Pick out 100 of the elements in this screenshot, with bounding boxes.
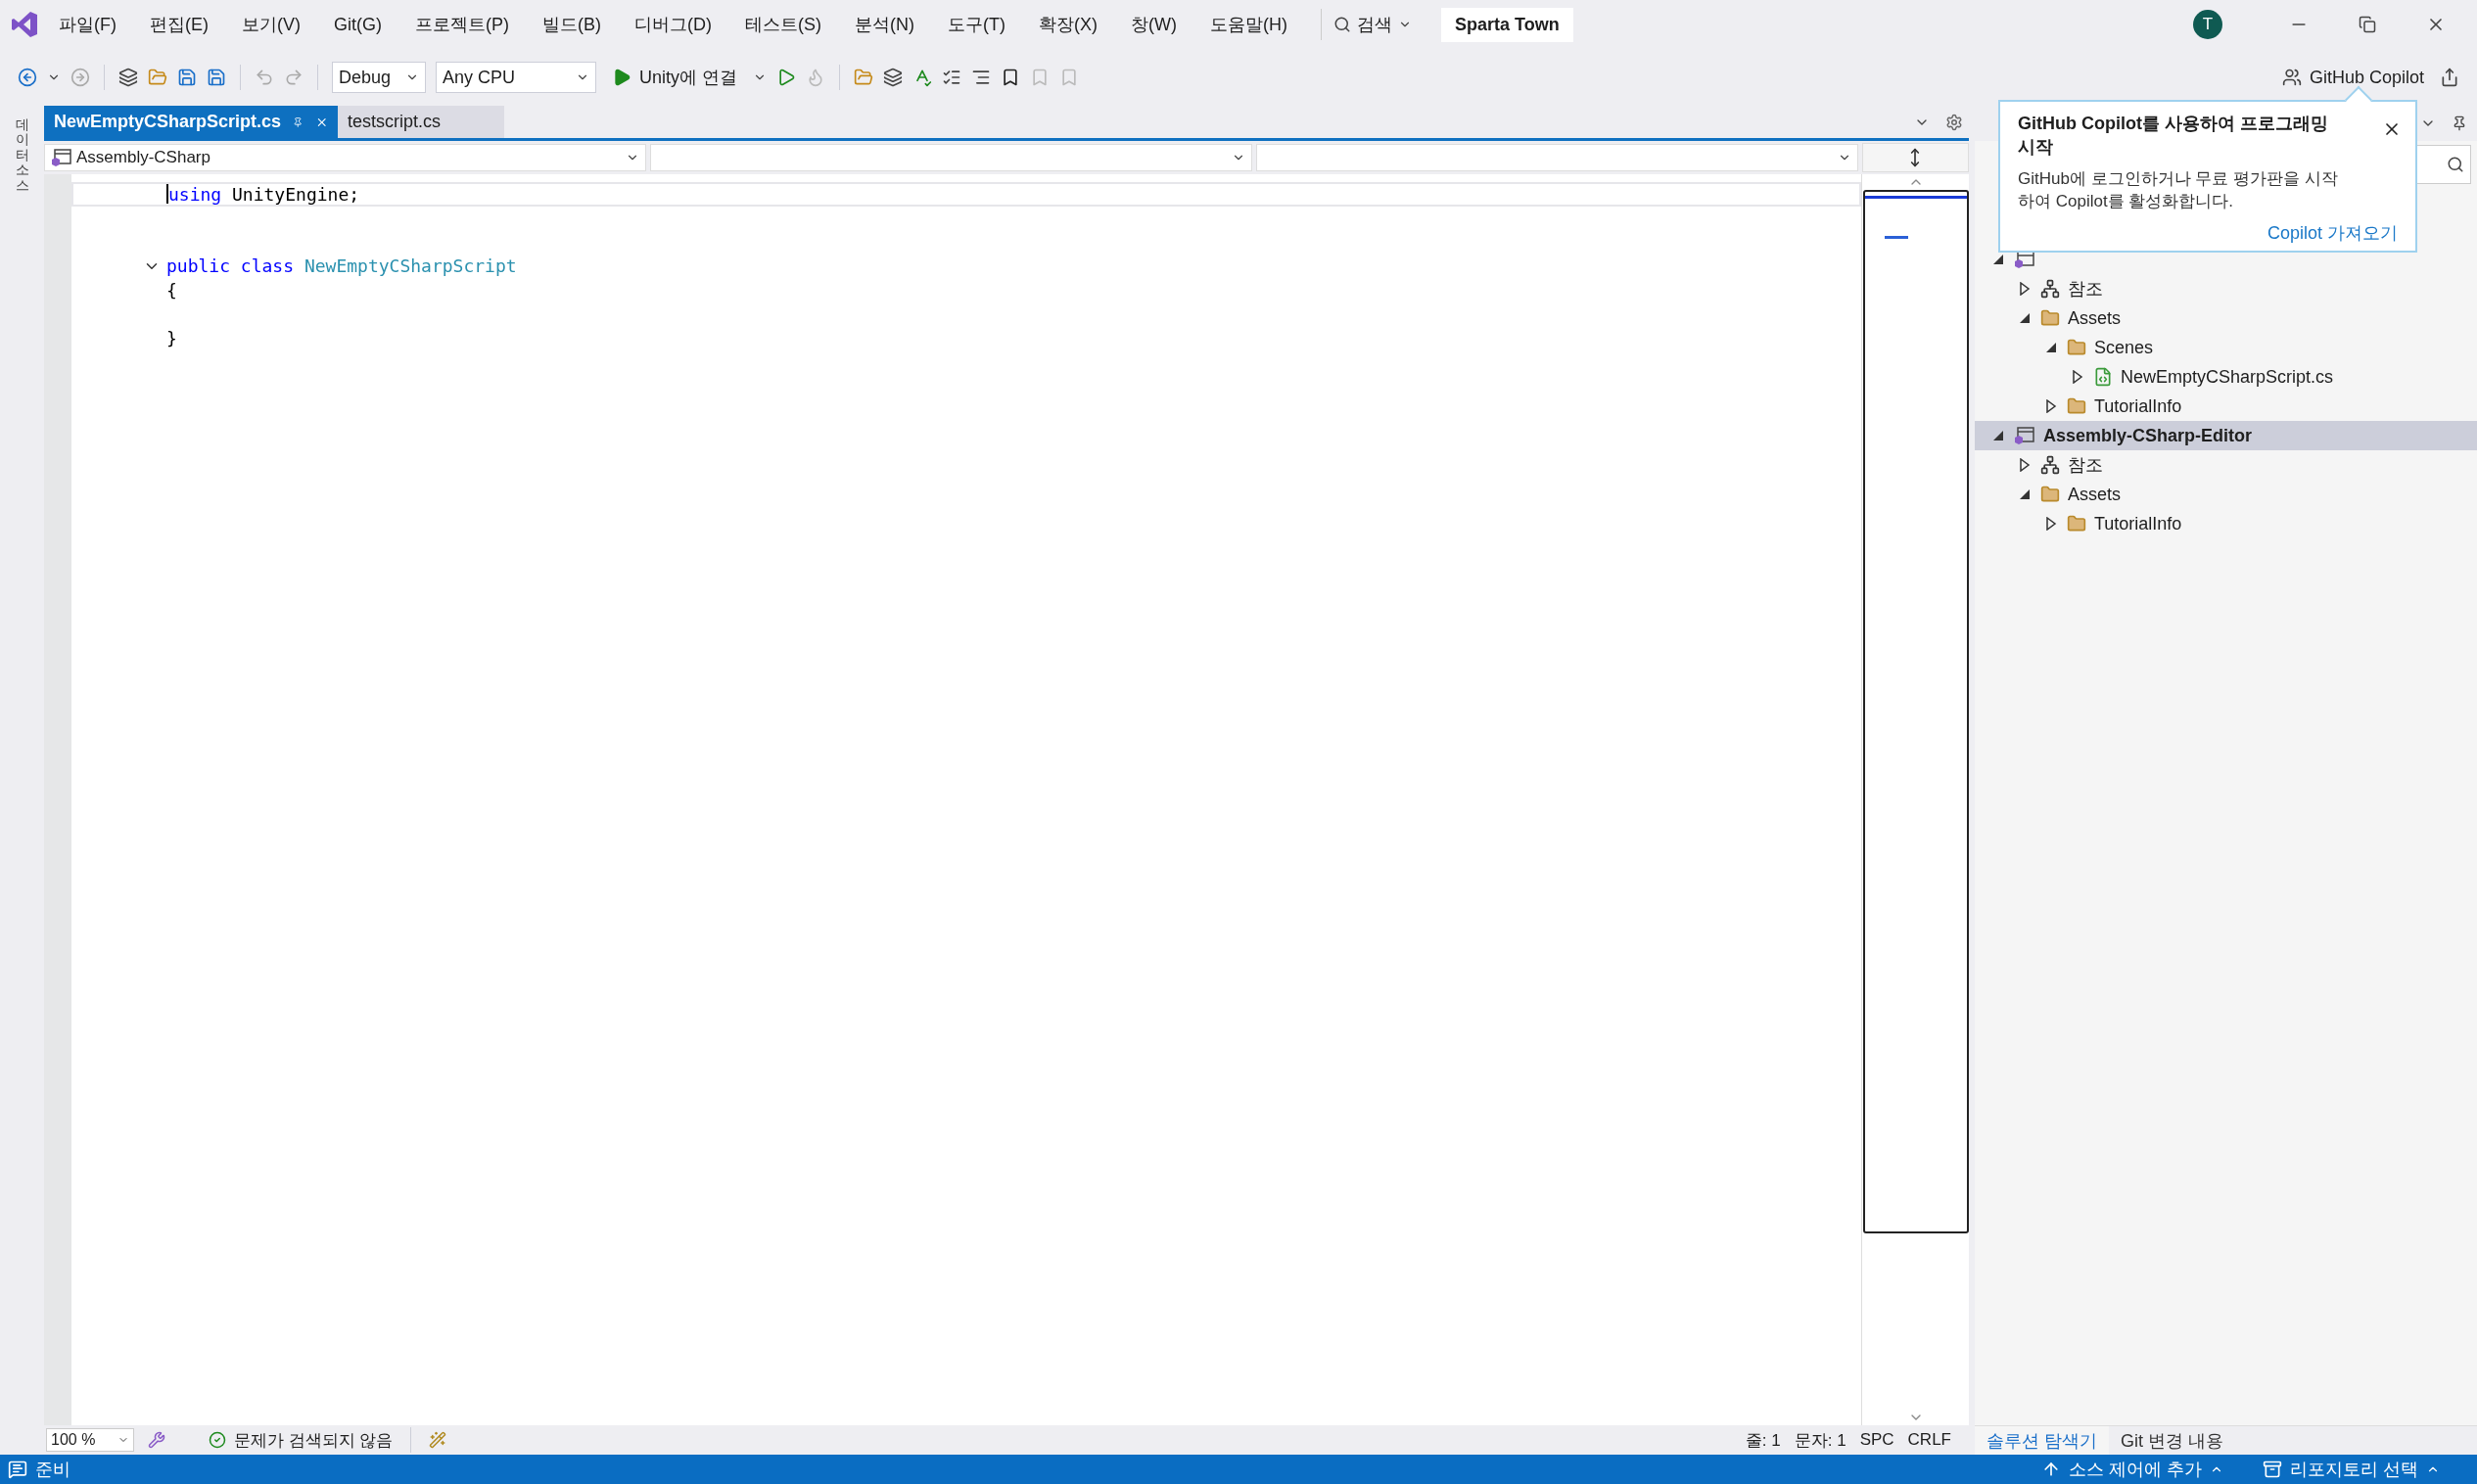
collapsed-arrow-icon[interactable]: [2019, 458, 2031, 472]
document-tab[interactable]: NewEmptyCSharpScript.cs: [44, 106, 338, 138]
cleanup-icon[interactable]: [429, 1431, 447, 1449]
data-sources-tab[interactable]: 데이터 소스: [15, 117, 29, 193]
tree-item-label: 참조: [2068, 454, 2103, 477]
platform-dropdown[interactable]: Any CPU: [436, 62, 596, 93]
copilot-icon: [2281, 68, 2302, 87]
folder-icon: [2040, 308, 2060, 328]
repository-button[interactable]: 리포지토리 선택: [2263, 1458, 2440, 1481]
user-avatar[interactable]: T: [2193, 10, 2222, 39]
tree-item[interactable]: NewEmptyCSharpScript.cs: [1975, 362, 2477, 392]
solution-name: Sparta Town: [1440, 7, 1573, 42]
collapsed-arrow-icon[interactable]: [2019, 282, 2031, 296]
tree-item[interactable]: Assets: [1975, 303, 2477, 333]
tree-item[interactable]: TutorialInfo: [1975, 509, 2477, 538]
tree-item-label: TutorialInfo: [2094, 395, 2182, 417]
check-icon: [209, 1431, 226, 1449]
panel-tab[interactable]: Git 변경 내용: [2109, 1426, 2236, 1455]
menu-item[interactable]: 빌드(B): [529, 7, 615, 42]
collapsed-arrow-icon[interactable]: [2072, 370, 2083, 384]
settings-icon[interactable]: [1945, 113, 1963, 131]
tree-item[interactable]: Scenes: [1975, 333, 2477, 362]
indent-icon[interactable]: [971, 68, 991, 87]
menu-item[interactable]: 확장(X): [1024, 7, 1111, 42]
project-icon: [51, 148, 72, 167]
expanded-arrow-icon[interactable]: [2019, 312, 2031, 324]
status-text: 준비: [8, 1458, 70, 1481]
run-button[interactable]: Unity에 연결: [606, 62, 743, 93]
tree-item[interactable]: 참조: [1975, 450, 2477, 480]
tree-item-label: Scenes: [2094, 337, 2154, 358]
code-line: {: [166, 279, 177, 301]
line-number[interactable]: 줄: 1: [1745, 1428, 1781, 1452]
menu-item[interactable]: 편집(E): [136, 7, 222, 42]
pin-icon[interactable]: [2452, 116, 2467, 131]
column-number[interactable]: 문자: 1: [1794, 1428, 1846, 1452]
start-without-debug-icon[interactable]: [776, 68, 796, 87]
text-cursor: [166, 184, 168, 205]
popup-text: GitHub에 로그인하거나 무료 평가판을 시작하여 Copilot를 활성화합니다.: [2018, 167, 2339, 213]
tree-item[interactable]: Assembly-CSharp-Editor: [1975, 421, 2477, 450]
folder-icon: [2067, 396, 2086, 416]
share-icon[interactable]: [2440, 68, 2459, 87]
tree-item-label: Assets: [2068, 307, 2122, 329]
project-dropdown[interactable]: Assembly-CSharp: [44, 144, 646, 171]
spacing-mode[interactable]: SPC: [1859, 1430, 1894, 1450]
code-line: using UnityEngine;: [168, 183, 360, 205]
play-icon: [612, 68, 631, 87]
pin-icon: [293, 115, 304, 129]
folder-icon: [2040, 485, 2060, 504]
tree-item[interactable]: Assets: [1975, 480, 2477, 509]
menu-item[interactable]: 보기(V): [228, 7, 314, 42]
issues-indicator[interactable]: 문제가 검색되지 않음: [209, 1428, 394, 1452]
menu-item[interactable]: 분석(N): [841, 7, 928, 42]
expanded-arrow-icon[interactable]: [1992, 430, 2004, 441]
menu-item[interactable]: 테스트(S): [731, 7, 835, 42]
collapsed-arrow-icon[interactable]: [2045, 517, 2057, 531]
expanded-arrow-icon[interactable]: [2045, 342, 2057, 353]
find-folder-icon[interactable]: [854, 68, 873, 87]
source-control-button[interactable]: 소스 제어에 추가: [2040, 1458, 2223, 1481]
expanded-arrow-icon[interactable]: [2019, 488, 2031, 500]
search-icon: [2447, 156, 2464, 173]
repository-icon: [2263, 1460, 2282, 1479]
tree-item[interactable]: TutorialInfo: [1975, 392, 2477, 421]
menu-item[interactable]: Git(G): [320, 8, 396, 41]
copilot-button[interactable]: GitHub Copilot: [2275, 63, 2430, 92]
minimap-drawing[interactable]: [1862, 190, 1969, 1233]
menu-item[interactable]: 도움말(H): [1195, 7, 1301, 42]
menu-item[interactable]: 창(W): [1116, 7, 1191, 42]
menu-item[interactable]: 프로젝트(P): [401, 7, 523, 42]
search-button[interactable]: 검색: [1320, 9, 1424, 40]
search-icon: [1332, 16, 1351, 33]
tree-item-label: TutorialInfo: [2094, 513, 2182, 534]
zoom-dropdown[interactable]: 100 %: [46, 1428, 134, 1452]
copilot-link[interactable]: Copilot 가져오기: [2267, 221, 2398, 246]
configuration-dropdown[interactable]: Debug: [332, 62, 426, 93]
code-line: public class NewEmptyCSharpScript: [166, 255, 517, 277]
tree-item-label: 참조: [2068, 278, 2103, 301]
expanded-arrow-icon[interactable]: [1992, 254, 2004, 265]
tree-item-label: Assets: [2068, 484, 2122, 505]
back-icon[interactable]: [18, 68, 37, 87]
panel-tab[interactable]: 솔루션 탐색기: [1975, 1426, 2109, 1455]
save-icon[interactable]: [177, 68, 197, 87]
app-logo-icon: [10, 10, 39, 39]
folder-icon: [2067, 338, 2086, 357]
tree-item-label: NewEmptyCSharpScript.cs: [2121, 366, 2334, 388]
save-all-icon[interactable]: [207, 68, 226, 87]
line-ending[interactable]: CRLF: [1907, 1430, 1951, 1450]
project-icon: [2014, 250, 2035, 269]
tree-item[interactable]: 참조: [1975, 274, 2477, 303]
collapsed-arrow-icon[interactable]: [2045, 399, 2057, 413]
open-folder-icon[interactable]: [148, 68, 167, 87]
output-icon: [8, 1460, 27, 1479]
menu-item[interactable]: 파일(F): [45, 7, 130, 42]
restore-icon[interactable]: [2359, 16, 2376, 33]
bookmark-icon[interactable]: [1001, 68, 1020, 87]
code-file-icon: [2093, 367, 2113, 387]
menu-item[interactable]: 디버그(D): [621, 7, 725, 42]
folder-icon: [2067, 514, 2086, 533]
references-icon: [2040, 279, 2060, 299]
menu-item[interactable]: 도구(T): [934, 7, 1019, 42]
document-tab[interactable]: testscript.cs: [338, 106, 504, 138]
